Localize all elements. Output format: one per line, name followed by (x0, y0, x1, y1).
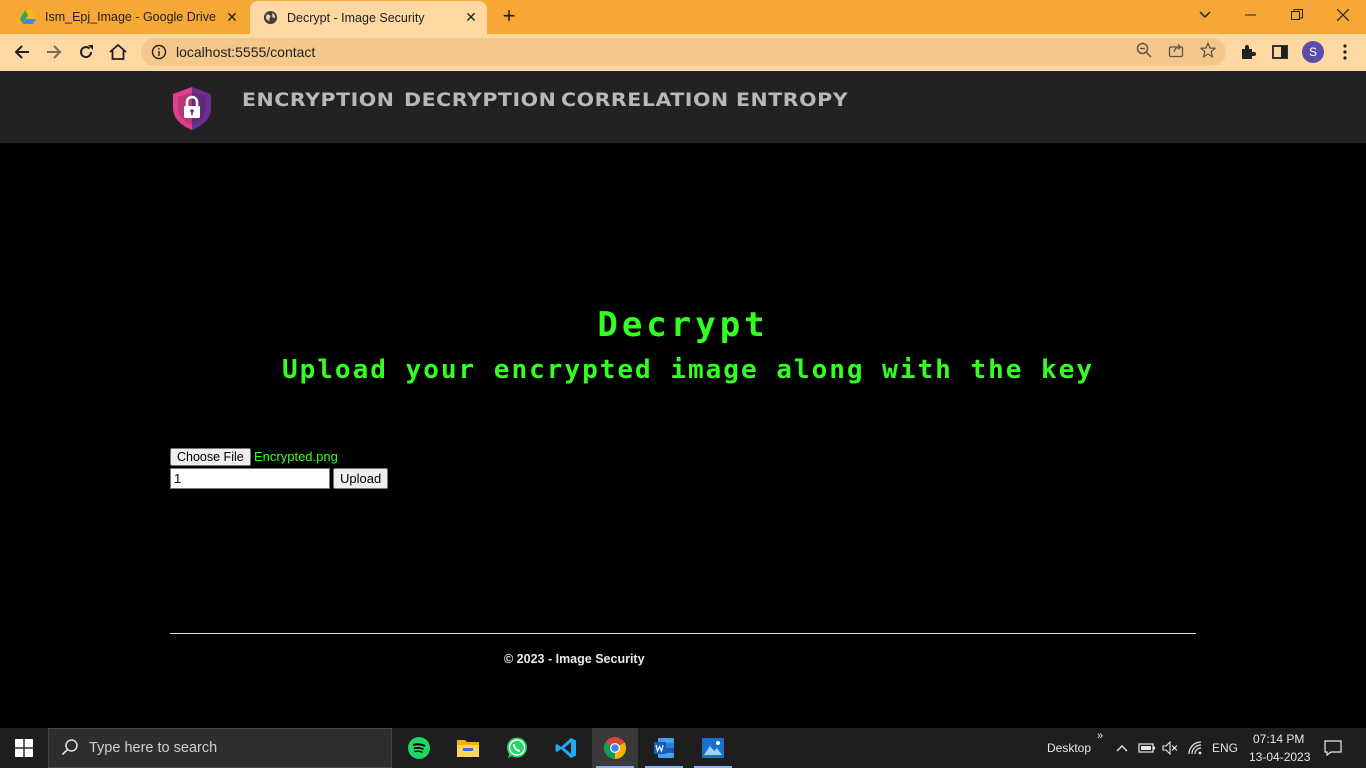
site-header: ENCRYPTION DECRYPTION CORRELATION ENTROP… (0, 71, 1366, 143)
close-tab-icon[interactable]: ✕ (222, 7, 242, 27)
nav-entropy[interactable]: ENTROPY (736, 89, 848, 111)
file-explorer-icon[interactable] (445, 728, 491, 768)
selected-file-name: Encrypted.png (254, 449, 338, 464)
new-tab-button[interactable]: + (497, 5, 521, 29)
tab-title: Decrypt - Image Security (287, 10, 425, 25)
more-menu-icon[interactable] (1334, 41, 1356, 63)
windows-taskbar: Type here to search Desktop » ENG 07:14 … (0, 728, 1366, 768)
footer-divider (170, 633, 1196, 634)
photos-icon[interactable] (690, 728, 736, 768)
clock-time[interactable]: 07:14 PM (1253, 732, 1304, 746)
back-arrow-icon[interactable] (9, 39, 35, 65)
profile-avatar[interactable]: S (1302, 41, 1324, 63)
language-indicator[interactable]: ENG (1212, 741, 1238, 755)
globe-icon (262, 10, 278, 26)
search-placeholder: Type here to search (89, 740, 218, 756)
chrome-icon[interactable] (592, 728, 638, 768)
bookmark-star-icon[interactable] (1198, 40, 1218, 60)
nav-correlation[interactable]: CORRELATION (561, 89, 729, 111)
url-text: localhost:5555/contact (176, 44, 316, 60)
tab-google-drive[interactable]: Ism_Epj_Image - Google Drive ✕ (8, 0, 248, 34)
clock-date[interactable]: 13-04-2023 (1249, 750, 1310, 764)
tab-decrypt[interactable]: Decrypt - Image Security ✕ (250, 1, 487, 34)
toolbar-expand-icon[interactable]: » (1097, 730, 1103, 742)
battery-icon[interactable] (1137, 738, 1157, 758)
forward-arrow-icon[interactable] (41, 39, 67, 65)
side-panel-icon[interactable] (1269, 41, 1291, 63)
address-bar[interactable]: localhost:5555/contact (141, 38, 1226, 66)
extensions-puzzle-icon[interactable] (1237, 41, 1259, 63)
zoom-icon[interactable] (1134, 40, 1154, 60)
search-icon (61, 738, 81, 758)
taskbar-search-box[interactable]: Type here to search (48, 728, 392, 768)
restore-button[interactable] (1274, 0, 1320, 30)
close-tab-icon[interactable]: ✕ (461, 8, 481, 28)
word-icon[interactable] (641, 728, 687, 768)
minimize-button[interactable] (1228, 0, 1274, 30)
desktop-toolbar-label[interactable]: Desktop (1047, 741, 1091, 755)
volume-muted-icon[interactable] (1160, 738, 1180, 758)
page-subtitle: Upload your encrypted image along with t… (281, 355, 1095, 385)
chevron-up-icon[interactable] (1112, 738, 1132, 758)
choose-file-button[interactable]: Choose File (170, 448, 251, 466)
browser-toolbar: localhost:5555/contact S (0, 34, 1366, 71)
whatsapp-icon[interactable] (494, 728, 540, 768)
nav-decryption[interactable]: DECRYPTION (404, 89, 556, 111)
info-icon[interactable] (151, 44, 167, 60)
footer-copyright: © 2023 - Image Security (504, 652, 645, 666)
wifi-icon[interactable] (1186, 738, 1206, 758)
page-title: Decrypt (597, 305, 769, 345)
spotify-icon[interactable] (396, 728, 442, 768)
key-input[interactable] (170, 468, 330, 489)
shield-lock-icon[interactable] (168, 84, 216, 132)
share-icon[interactable] (1166, 40, 1186, 60)
google-drive-icon (20, 9, 36, 25)
upload-button[interactable]: Upload (333, 468, 389, 489)
tab-search-chevron-icon[interactable] (1182, 0, 1228, 30)
tab-title: Ism_Epj_Image - Google Drive (45, 10, 216, 24)
reload-icon[interactable] (73, 39, 99, 65)
notifications-icon[interactable] (1323, 738, 1343, 758)
close-window-button[interactable] (1320, 0, 1366, 30)
home-icon[interactable] (105, 39, 131, 65)
vscode-icon[interactable] (543, 728, 589, 768)
nav-encryption[interactable]: ENCRYPTION (242, 89, 394, 111)
windows-start-icon[interactable] (0, 728, 48, 768)
browser-tab-strip: Ism_Epj_Image - Google Drive ✕ Decrypt -… (0, 0, 1366, 34)
